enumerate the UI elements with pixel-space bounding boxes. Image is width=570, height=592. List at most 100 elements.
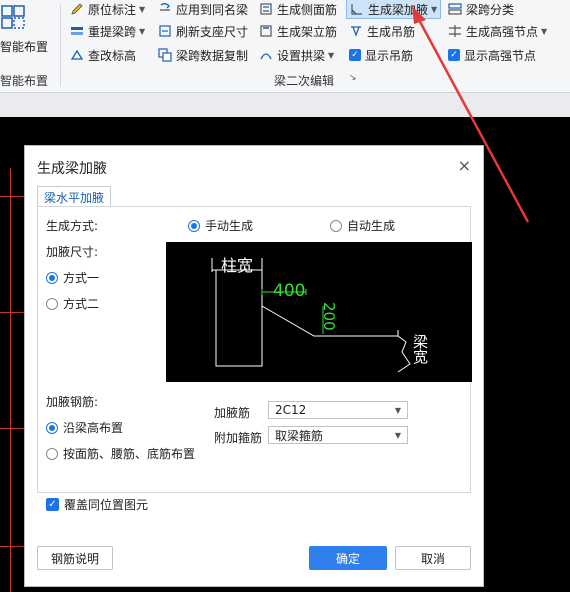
radio-unselected-icon	[46, 447, 58, 460]
along-beam-height-radio[interactable]: 沿梁高布置	[46, 419, 123, 436]
gen-hanger-label: 生成吊筋	[367, 24, 416, 39]
smart-layout-label: 智能布置	[0, 40, 49, 54]
original-annotation-label: 原位标注	[88, 2, 137, 17]
caret-down-icon: ▼	[431, 4, 438, 14]
radio-selected-icon	[46, 421, 58, 434]
gen-beam-haunch-dialog: 生成梁加腋 × 梁水平加腋 生成方式: 手动生成 自动生成 加腋尺寸: 方式一 …	[24, 145, 484, 587]
classify-icon	[448, 2, 462, 16]
by-face-waist-bottom-label: 按面筋、腰筋、底筋布置	[63, 447, 196, 461]
by-face-waist-bottom-radio[interactable]: 按面筋、腰筋、底筋布置	[46, 445, 195, 462]
redo-span-icon	[70, 24, 84, 38]
haunch-rebar-section-label: 加腋钢筋:	[46, 395, 99, 409]
gen-high-strength-node-button[interactable]: 生成高强节点 ▼	[448, 22, 547, 40]
grid-icon	[1, 5, 25, 29]
show-hanger-label: 显示吊筋	[365, 48, 414, 63]
haunch-size-label: 加腋尺寸:	[46, 245, 99, 259]
along-beam-height-label: 沿梁高布置	[63, 421, 124, 435]
auto-gen-radio[interactable]: 自动生成	[330, 217, 395, 234]
gen-erect-rebar-button[interactable]: 生成架立筋	[259, 22, 337, 40]
span-classify-button[interactable]: 梁跨分类	[448, 0, 514, 18]
haunch-icon	[350, 2, 364, 16]
smart-layout-group-title: 智能布置	[0, 74, 49, 88]
gen-hanger-button[interactable]: 生成吊筋	[349, 22, 415, 40]
caret-down-icon: ▼	[328, 50, 335, 60]
group-expand-icon[interactable]: ↘	[349, 73, 357, 83]
haunch-rebar-label: 加腋筋	[214, 406, 251, 420]
gen-mode-label: 生成方式:	[46, 219, 99, 233]
ribbon-toolbar: 智能布置 智能布置 原位标注 ▼ 重提梁跨 ▼ 查改标高 应用到同名梁 刷新支座尺寸…	[0, 0, 570, 93]
span-classify-label: 梁跨分类	[466, 2, 515, 17]
canvas-axis-line	[0, 312, 24, 313]
arch-beam-icon	[259, 48, 273, 62]
auto-gen-label: 自动生成	[347, 219, 396, 233]
gen-high-strength-node-label: 生成高强节点	[466, 24, 539, 39]
haunch-rebar-value: 2C12	[275, 403, 307, 417]
haunch-settings-panel: 生成方式: 手动生成 自动生成 加腋尺寸: 方式一 方式二 柱宽 400 200…	[37, 206, 472, 512]
overwrite-same-position-label: 覆盖同位置图元	[64, 498, 149, 512]
redo-span-label: 重提梁跨	[88, 24, 137, 39]
show-high-strength-node-label: 显示高强节点	[464, 48, 537, 63]
show-high-strength-node-toggle[interactable]: ✓ 显示高强节点	[448, 46, 536, 64]
chevron-down-icon: ▼	[394, 430, 401, 440]
copy-icon	[158, 48, 172, 62]
ok-button[interactable]: 确定	[309, 546, 387, 570]
gen-beam-haunch-button[interactable]: 生成梁加腋 ▼	[346, 0, 442, 19]
refresh-support-label: 刷新支座尺寸	[176, 24, 249, 39]
original-annotation-button[interactable]: 原位标注 ▼	[70, 0, 145, 18]
extra-stirrup-label: 附加箍筋	[214, 431, 263, 445]
haunch-rebar-select[interactable]: 2C12 ▼	[268, 401, 408, 419]
canvas-axis-line	[10, 168, 11, 592]
refresh-icon	[158, 24, 172, 38]
apply-same-name-button[interactable]: 应用到同名梁	[158, 0, 248, 18]
overwrite-same-position-checkbox[interactable]: ✓ 覆盖同位置图元	[46, 496, 148, 513]
cancel-button[interactable]: 取消	[395, 546, 471, 570]
canvas-axis-line	[0, 196, 24, 197]
canvas-axis-line	[0, 546, 24, 547]
close-icon[interactable]: ×	[458, 156, 471, 175]
size-mode-one-label: 方式一	[63, 271, 100, 285]
dialog-title: 生成梁加腋	[37, 161, 107, 177]
manual-gen-label: 手动生成	[205, 219, 254, 233]
gen-side-rebar-label: 生成侧面筋	[277, 2, 338, 17]
beam-secondary-edit-group-title: 梁二次编辑	[274, 74, 335, 88]
caret-down-icon: ▼	[139, 26, 146, 36]
show-hanger-toggle[interactable]: ✓ 显示吊筋	[349, 46, 413, 64]
extra-stirrup-select[interactable]: 取梁箍筋 ▼	[268, 426, 408, 444]
span-data-copy-label: 梁跨数据复制	[176, 48, 249, 63]
beam-width-text: 梁宽	[411, 334, 429, 364]
radio-selected-icon	[46, 271, 58, 284]
radio-selected-icon	[188, 219, 200, 232]
radio-unselected-icon	[330, 219, 342, 232]
chevron-down-icon: ▼	[394, 405, 401, 415]
caret-down-icon: ▼	[541, 26, 548, 36]
checkbox-checked-icon: ✓	[448, 49, 460, 61]
check-elevation-label: 查改标高	[88, 48, 137, 63]
redo-span-button[interactable]: 重提梁跨 ▼	[70, 22, 145, 40]
check-elevation-button[interactable]: 查改标高	[70, 46, 136, 64]
checkbox-checked-icon: ✓	[46, 498, 59, 511]
radio-unselected-icon	[46, 297, 58, 310]
span-data-copy-button[interactable]: 梁跨数据复制	[158, 46, 248, 64]
tab-horizontal-haunch[interactable]: 梁水平加腋	[37, 186, 112, 207]
side-rebar-icon	[259, 2, 273, 16]
smart-layout-button[interactable]: 智能布置	[0, 2, 48, 62]
checkbox-checked-icon: ✓	[349, 49, 361, 61]
group-separator	[60, 4, 61, 86]
dim-400-text: 400	[273, 281, 306, 301]
pencil-icon	[70, 2, 84, 16]
set-arch-beam-button[interactable]: 设置拱梁 ▼	[259, 46, 334, 64]
manual-gen-radio[interactable]: 手动生成	[188, 217, 253, 234]
column-width-text: 柱宽	[221, 256, 254, 275]
rebar-help-button[interactable]: 钢筋说明	[37, 546, 113, 570]
refresh-support-button[interactable]: 刷新支座尺寸	[158, 22, 248, 40]
gen-side-rebar-button[interactable]: 生成侧面筋	[259, 0, 337, 18]
erect-rebar-icon	[259, 24, 273, 38]
size-mode-one-radio[interactable]: 方式一	[46, 269, 99, 286]
gen-beam-haunch-label: 生成梁加腋	[368, 2, 429, 17]
haunch-preview-diagram: 柱宽 400 200 梁宽	[166, 242, 472, 382]
extra-stirrup-value: 取梁箍筋	[275, 428, 324, 443]
hanger-icon	[349, 24, 363, 38]
canvas-axis-line	[0, 428, 24, 429]
ribbon-bottom-bar	[0, 93, 570, 117]
size-mode-two-radio[interactable]: 方式二	[46, 295, 99, 312]
